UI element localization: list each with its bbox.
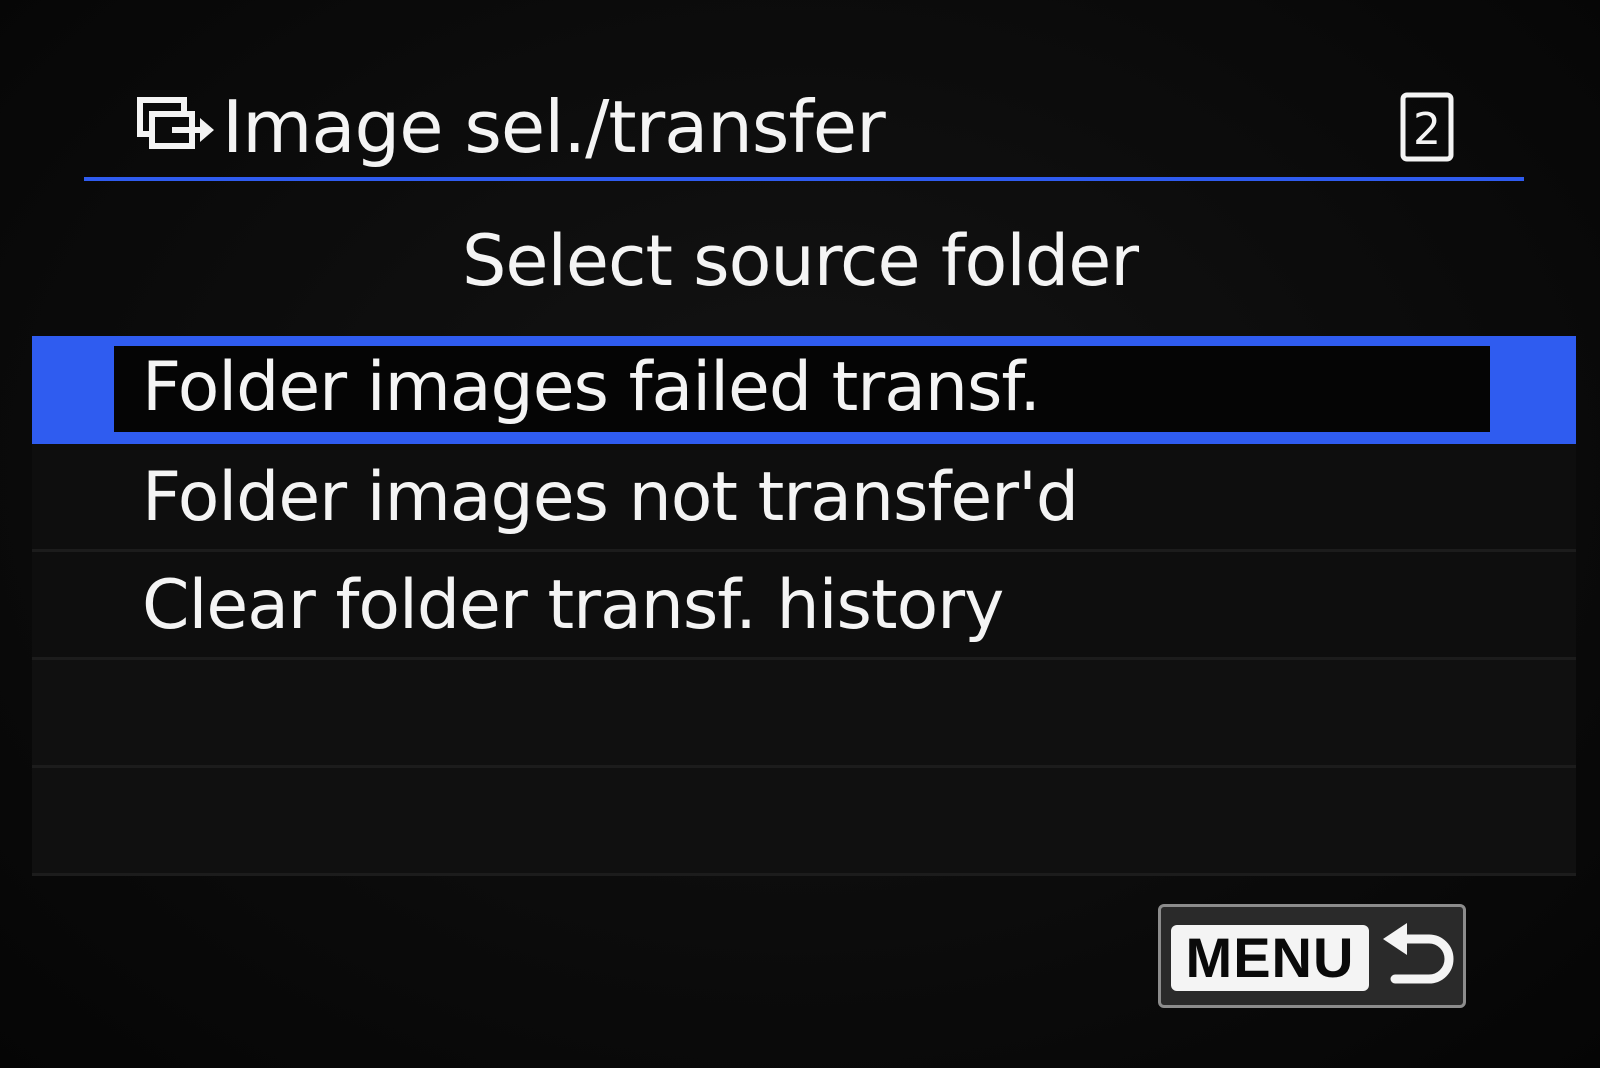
page-number: 2 (1413, 104, 1441, 155)
transfer-icon (137, 97, 214, 149)
menu-item-label: Folder images not transfer'd (142, 458, 1079, 537)
camera-screen: Image sel./transfer 2 Select source fold… (0, 0, 1600, 1068)
header-divider (84, 177, 1524, 181)
page-title: Image sel./transfer (222, 85, 886, 169)
menu-item-label: Clear folder transf. history (142, 566, 1004, 645)
menu-item-clear-history[interactable]: Clear folder transf. history (32, 552, 1576, 660)
menu-button-label: MENU (1171, 925, 1369, 991)
return-arrow-icon (1383, 923, 1454, 984)
menu-list: Folder images failed transf. Folder imag… (32, 336, 1576, 876)
menu-item-label: Folder images failed transf. (142, 348, 1041, 427)
menu-back-button[interactable]: MENU (1158, 904, 1466, 1008)
menu-item-empty (32, 660, 1576, 768)
menu-item-empty (32, 768, 1576, 876)
section-subtitle: Select source folder (461, 220, 1139, 302)
menu-item-failed-transfer[interactable]: Folder images failed transf. (32, 336, 1576, 444)
header: Image sel./transfer 2 (84, 80, 1524, 176)
page-number-badge: 2 (1400, 92, 1454, 162)
menu-item-not-transferred[interactable]: Folder images not transfer'd (32, 444, 1576, 552)
